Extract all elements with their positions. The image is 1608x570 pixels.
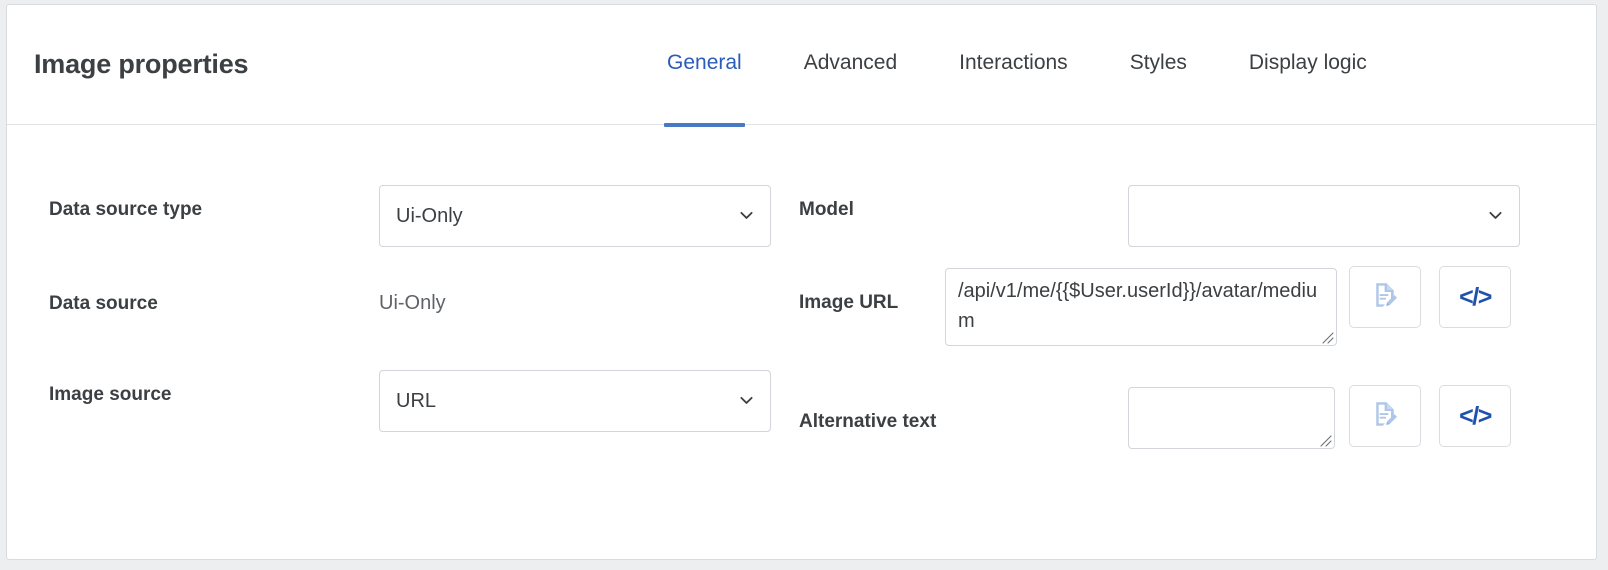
panel-body: Data source type Ui-Only Data source Ui-…: [7, 125, 1596, 559]
alternative-text-document-edit-button[interactable]: [1349, 385, 1421, 447]
label-data-source-type: Data source type: [49, 199, 203, 220]
tab-styles[interactable]: Styles: [1130, 45, 1187, 127]
tab-general[interactable]: General: [664, 45, 745, 127]
panel-header: Image properties General Advanced Intera…: [7, 5, 1596, 127]
image-url-document-edit-button[interactable]: [1349, 266, 1421, 328]
label-alternative-text: Alternative text: [799, 411, 937, 432]
alternative-text-input[interactable]: [1128, 387, 1335, 449]
label-image-url: Image URL: [799, 292, 899, 313]
row-model: Model: [799, 199, 854, 221]
row-data-source: Data source Ui-Only: [49, 292, 446, 315]
chevron-down-icon: [739, 393, 754, 408]
model-select[interactable]: [1128, 185, 1520, 247]
data-source-type-value: Ui-Only: [396, 204, 463, 227]
tab-advanced[interactable]: Advanced: [804, 45, 897, 127]
tab-display-logic[interactable]: Display logic: [1249, 45, 1367, 127]
alternative-text-actions: </>: [1349, 385, 1511, 447]
resize-grip-icon[interactable]: [1320, 330, 1334, 344]
resize-grip-icon[interactable]: [1318, 433, 1332, 447]
document-edit-icon: [1370, 280, 1400, 315]
image-source-value: URL: [396, 389, 437, 412]
image-url-input[interactable]: /api/v1/me/{{$User.userId}}/avatar/mediu…: [945, 268, 1337, 346]
code-icon: </>: [1459, 282, 1492, 311]
label-image-source: Image source: [49, 384, 172, 405]
image-properties-panel: Image properties General Advanced Intera…: [6, 4, 1597, 560]
row-data-source-type: Data source type: [49, 199, 379, 221]
row-image-url: Image URL: [799, 292, 898, 314]
data-source-value: Ui-Only: [379, 292, 446, 314]
image-source-select[interactable]: URL: [379, 370, 771, 432]
tab-interactions[interactable]: Interactions: [959, 45, 1068, 127]
image-url-actions: </>: [1349, 266, 1511, 328]
screenshot-root: Image properties General Advanced Intera…: [0, 0, 1608, 570]
row-image-source: Image source: [49, 384, 379, 406]
chevron-down-icon: [1488, 208, 1503, 223]
document-edit-icon: [1370, 399, 1400, 434]
tab-bar: General Advanced Interactions Styles Dis…: [664, 45, 1367, 127]
label-model: Model: [799, 199, 854, 220]
code-icon: </>: [1459, 401, 1492, 430]
label-data-source: Data source: [49, 292, 158, 314]
page-title: Image properties: [34, 49, 249, 79]
image-url-code-button[interactable]: </>: [1439, 266, 1511, 328]
alternative-text-code-button[interactable]: </>: [1439, 385, 1511, 447]
row-alternative-text: Alternative text: [799, 411, 936, 433]
data-source-type-select[interactable]: Ui-Only: [379, 185, 771, 247]
chevron-down-icon: [739, 208, 754, 223]
